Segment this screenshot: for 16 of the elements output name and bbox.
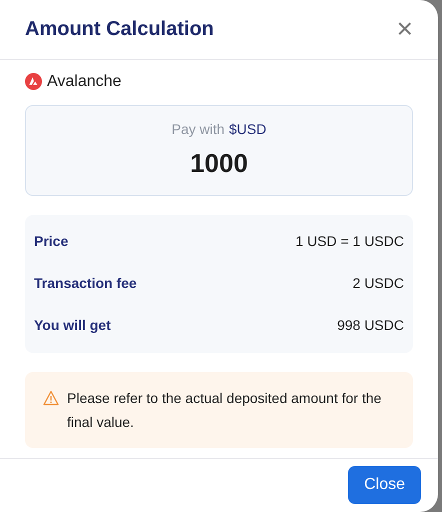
pay-amount: 1000: [190, 146, 248, 180]
warning-icon: [43, 390, 59, 406]
detail-label: Transaction fee: [34, 274, 137, 294]
close-button[interactable]: Close: [348, 466, 421, 504]
network-name: Avalanche: [47, 72, 122, 92]
detail-value: 1 USD = 1 USDC: [295, 232, 404, 252]
detail-label: You will get: [34, 316, 111, 336]
detail-label: Price: [34, 232, 68, 252]
detail-value: 2 USDC: [352, 274, 404, 294]
dialog-title: Amount Calculation: [25, 17, 214, 42]
currency-label: $USD: [229, 120, 266, 137]
detail-value: 998 USDC: [337, 316, 404, 336]
close-button[interactable]: ×: [396, 15, 413, 44]
pay-label: Pay with: [172, 120, 225, 137]
warning-text: Please refer to the actual deposited amount for the final value.: [67, 388, 382, 432]
network-logo-icon: [25, 73, 42, 90]
